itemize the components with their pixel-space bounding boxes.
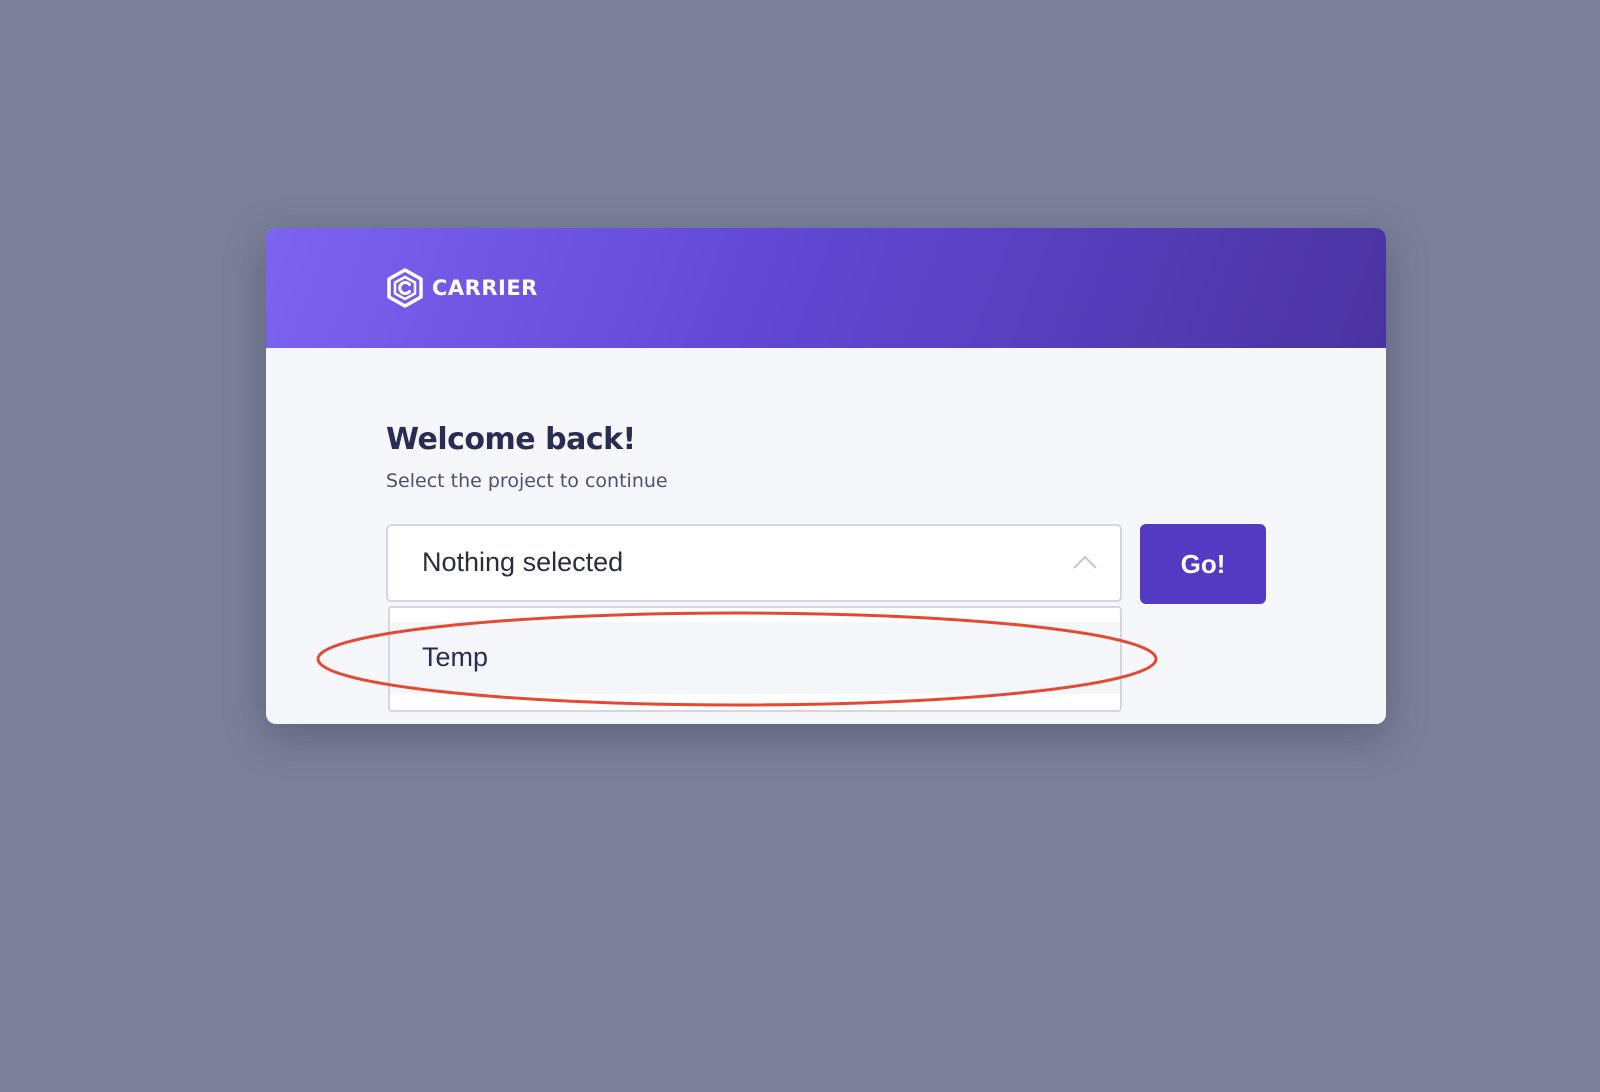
dropdown-option-label: Temp xyxy=(422,642,489,672)
project-select-value: Nothing selected xyxy=(422,547,624,577)
brand-name: CARRIER xyxy=(432,276,538,300)
dropdown-option-temp[interactable]: Temp xyxy=(390,622,1120,694)
project-select-modal: CARRIER Welcome back! Select the project… xyxy=(266,228,1386,724)
page-title: Welcome back! xyxy=(386,422,636,457)
page-subtitle: Select the project to continue xyxy=(386,470,668,492)
project-dropdown-menu: Temp xyxy=(388,606,1122,712)
brand-logo: CARRIER xyxy=(386,268,538,308)
chevron-up-icon xyxy=(1072,554,1098,575)
go-button[interactable]: Go! xyxy=(1140,524,1266,604)
carrier-hexagon-logo-icon xyxy=(386,268,424,308)
modal-header: CARRIER xyxy=(266,228,1386,348)
project-select[interactable]: Nothing selected xyxy=(386,524,1122,602)
